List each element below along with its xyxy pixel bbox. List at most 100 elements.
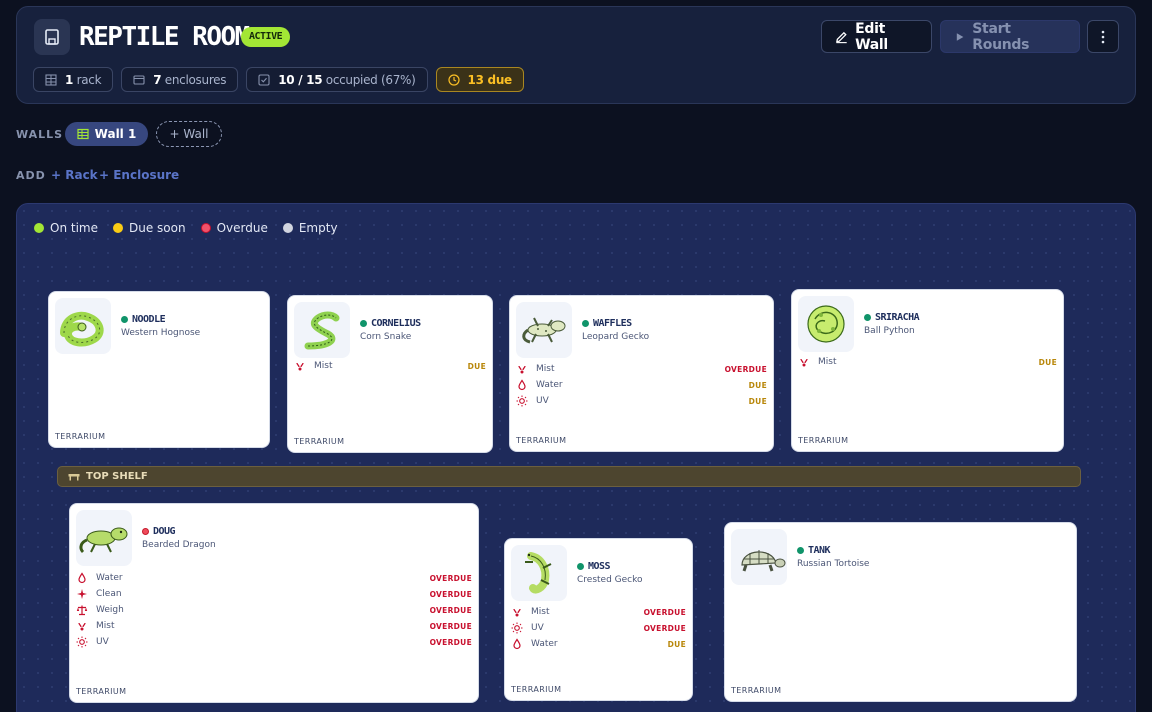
edit-wall-label: Edit Wall (855, 20, 888, 53)
task-list: Mist OVERDUE UV OVERDUE Water DUE (511, 604, 686, 652)
racks-stat: 1 rack (33, 67, 114, 92)
rack-grid-icon (77, 128, 89, 140)
tab-wall-1-label: Wall 1 (94, 127, 137, 141)
mist-icon (798, 356, 810, 368)
status-dot (142, 528, 149, 535)
task-row-water[interactable]: Water DUE (511, 636, 686, 652)
task-row-uv[interactable]: UV OVERDUE (511, 620, 686, 636)
task-status: OVERDUE (429, 621, 472, 631)
task-row-uv[interactable]: UV OVERDUE (76, 634, 472, 650)
enclosure-species: Russian Tortoise (797, 559, 870, 569)
add-wall-button[interactable]: + Wall (156, 121, 222, 147)
enclosure-card-moss[interactable]: MOSS Crested Gecko Mist OVERDUE UV OVERDUE Wat… (504, 538, 693, 701)
enclosure-card-waffles[interactable]: WAFFLES Leopard Gecko Mist OVERDUE Water DUE U… (509, 295, 774, 452)
task-list: Water OVERDUE Clean OVERDUE Weigh OVERDUE Mist… (76, 570, 472, 650)
enclosure-type: TERRARIUM (516, 436, 567, 445)
add-label: ADD (16, 169, 46, 182)
add-rack-link[interactable]: + Rack (51, 168, 98, 182)
start-rounds-button[interactable]: Start Rounds (940, 20, 1080, 53)
racks-label: rack (76, 72, 102, 87)
enclosure-name: CORNELIUS (360, 318, 421, 329)
status-legend: On time Due soon Overdue Empty (34, 221, 338, 235)
task-row-weigh[interactable]: Weigh OVERDUE (76, 602, 472, 618)
more-options-button[interactable] (1087, 20, 1119, 53)
task-row-water[interactable]: Water OVERDUE (76, 570, 472, 586)
task-label: Water (536, 380, 563, 390)
mist-icon (76, 620, 88, 632)
enclosure-species: Bearded Dragon (142, 540, 216, 550)
checkbox-icon (258, 73, 270, 86)
wall-canvas[interactable]: On time Due soon Overdue Empty TOP SHELF… (16, 203, 1136, 712)
task-label: Mist (818, 357, 837, 367)
uv-icon (76, 636, 88, 648)
enclosure-type: TERRARIUM (55, 432, 106, 441)
tortoise-icon (731, 529, 787, 585)
task-row-clean[interactable]: Clean OVERDUE (76, 586, 472, 602)
enclosure-type: TERRARIUM (731, 686, 782, 695)
task-label: UV (536, 396, 549, 406)
pencil-icon (836, 31, 847, 43)
weigh-icon (76, 604, 88, 616)
enclosure-card-tank[interactable]: TANK Russian Tortoise TERRARIUM (724, 522, 1077, 702)
enclosure-type: TERRARIUM (511, 685, 562, 694)
status-badge: ACTIVE (241, 27, 291, 47)
task-label: Mist (531, 607, 550, 617)
mist-icon (516, 363, 528, 375)
occupied-count: 10 / 15 (278, 72, 323, 87)
status-dot (121, 316, 128, 323)
shelf-icon (68, 473, 80, 480)
enclosure-species: Western Hognose (121, 328, 201, 338)
task-label: Mist (314, 361, 333, 371)
add-enclosure-link[interactable]: + Enclosure (99, 168, 179, 182)
task-row-mist[interactable]: Mist DUE (294, 358, 486, 374)
task-list: Mist OVERDUE Water DUE UV DUE (516, 361, 767, 409)
enclosures-count: 7 (153, 72, 162, 87)
task-row-mist[interactable]: Mist DUE (798, 354, 1057, 370)
task-status: DUE (667, 639, 686, 649)
enclosure-card-noodle[interactable]: NOODLE Western Hognose TERRARIUM (48, 291, 270, 448)
room-header: REPTILE ROOM ACTIVE Edit Wall Start Roun… (16, 6, 1136, 104)
legend-on-time: On time (34, 221, 98, 235)
task-label: Weigh (96, 605, 124, 615)
enclosure-species: Crested Gecko (577, 575, 643, 585)
water-icon (76, 572, 88, 584)
enclosures-stat: 7 enclosures (121, 67, 239, 92)
bearded-dragon-icon (76, 510, 132, 566)
enclosure-card-sriracha[interactable]: SRIRACHA Ball Python Mist DUE TERRARIUM (791, 289, 1064, 452)
mist-icon (294, 360, 306, 372)
play-icon (956, 32, 964, 41)
task-label: Mist (536, 364, 555, 374)
enclosure-name: WAFFLES (582, 318, 632, 329)
task-status: OVERDUE (724, 364, 767, 374)
task-status: DUE (748, 380, 767, 390)
task-status: OVERDUE (429, 589, 472, 599)
stats-row: 1 rack 7 enclosures 10 / 15 occupied (67… (33, 67, 524, 92)
task-status: DUE (467, 361, 486, 371)
task-row-uv[interactable]: UV DUE (516, 393, 767, 409)
task-status: DUE (748, 396, 767, 406)
room-icon (34, 19, 70, 55)
task-label: Clean (96, 589, 122, 599)
enclosure-card-doug[interactable]: DOUG Bearded Dragon Water OVERDUE Clean OVERD… (69, 503, 479, 703)
status-dot (864, 314, 871, 321)
status-dot (360, 320, 367, 327)
task-label: UV (531, 623, 544, 633)
task-label: Water (96, 573, 123, 583)
task-status: OVERDUE (643, 607, 686, 617)
task-status: OVERDUE (429, 637, 472, 647)
task-row-water[interactable]: Water DUE (516, 377, 767, 393)
task-list: Mist DUE (294, 358, 486, 374)
more-vertical-icon (1101, 30, 1105, 43)
mist-icon (511, 606, 523, 618)
enclosure-name: MOSS (577, 561, 611, 572)
leopard-gecko-icon (516, 302, 572, 358)
tab-wall-1[interactable]: Wall 1 (65, 122, 148, 146)
task-row-mist[interactable]: Mist OVERDUE (76, 618, 472, 634)
edit-wall-button[interactable]: Edit Wall (821, 20, 932, 53)
due-stat[interactable]: 13 due (435, 67, 524, 92)
enclosure-type: TERRARIUM (76, 687, 127, 696)
task-list: Mist DUE (798, 354, 1057, 370)
task-row-mist[interactable]: Mist OVERDUE (516, 361, 767, 377)
task-row-mist[interactable]: Mist OVERDUE (511, 604, 686, 620)
enclosure-card-cornelius[interactable]: CORNELIUS Corn Snake Mist DUE TERRARIUM (287, 295, 493, 453)
